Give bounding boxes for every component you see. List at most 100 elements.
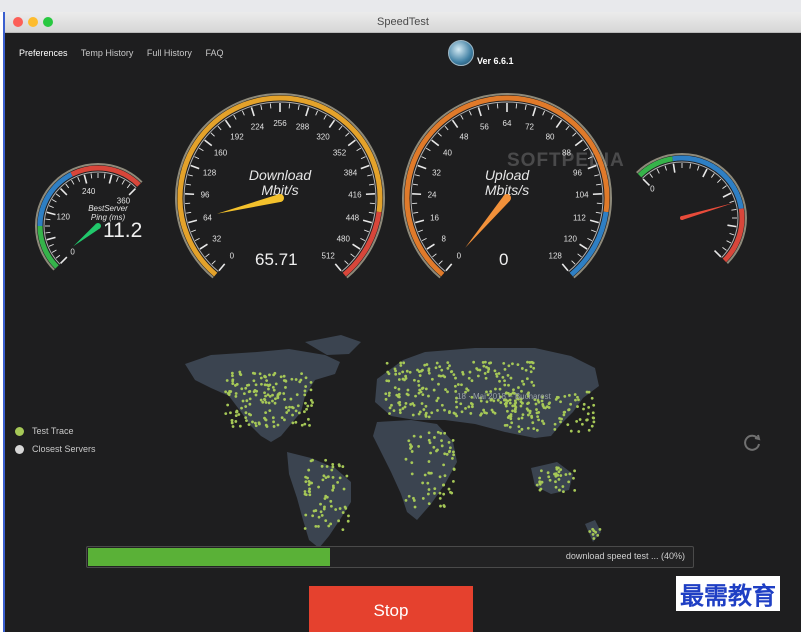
trace-dot	[308, 481, 312, 485]
legend-dot-icon	[15, 426, 24, 436]
trace-dot	[393, 386, 397, 389]
trace-dot	[326, 475, 330, 479]
trace-dot	[442, 492, 446, 496]
trace-dot	[561, 485, 565, 488]
trace-dot	[290, 405, 294, 409]
trace-dot	[498, 387, 502, 391]
trace-dot	[526, 360, 529, 364]
stop-button[interactable]: Stop	[309, 586, 473, 632]
trace-dot	[268, 395, 272, 398]
trace-dot	[294, 378, 298, 381]
legend-item-test-trace[interactable]: Test Trace	[15, 426, 96, 436]
trace-dot	[418, 410, 422, 414]
trace-dot	[394, 372, 398, 376]
trace-dot	[578, 418, 582, 421]
trace-dot	[448, 411, 451, 415]
trace-dot	[307, 468, 311, 472]
trace-dot	[563, 410, 567, 414]
trace-dot	[341, 528, 345, 532]
trace-dot	[385, 379, 389, 383]
trace-dot	[443, 375, 447, 379]
trace-dot	[410, 461, 414, 465]
trace-dot	[263, 391, 266, 395]
trace-dot	[452, 480, 455, 483]
trace-dot	[406, 393, 410, 397]
trace-dot	[553, 472, 556, 476]
trace-dot	[245, 419, 248, 423]
trace-dot	[228, 389, 231, 393]
trace-dot	[464, 407, 467, 410]
trace-dot	[235, 409, 239, 413]
trace-dot	[569, 429, 573, 433]
trace-dot	[528, 361, 532, 364]
trace-dot	[338, 476, 342, 480]
trace-dot	[321, 478, 325, 482]
trace-dot	[432, 445, 436, 449]
trace-dot	[303, 527, 307, 530]
trace-dot	[410, 472, 414, 476]
trace-dot	[587, 390, 591, 394]
trace-dot	[385, 361, 389, 365]
trace-dot	[285, 411, 289, 414]
trace-dot	[443, 452, 447, 456]
trace-dot	[306, 404, 310, 408]
trace-dot	[591, 411, 595, 415]
trace-dot	[403, 405, 407, 409]
trace-dot	[341, 465, 345, 468]
trace-dot	[558, 488, 561, 492]
trace-dot	[520, 367, 524, 370]
trace-dot	[309, 398, 313, 402]
trace-dot	[452, 411, 456, 415]
trace-dot	[230, 371, 234, 375]
trace-dot	[432, 388, 436, 392]
trace-dot	[447, 440, 451, 444]
trace-dot	[495, 372, 498, 376]
trace-dot	[525, 407, 529, 411]
trace-dot	[267, 384, 271, 388]
trace-dot	[563, 394, 567, 398]
trace-dot	[398, 411, 402, 415]
trace-dot	[226, 403, 230, 407]
trace-dot	[488, 361, 491, 365]
trace-dot	[468, 370, 472, 374]
trace-dot	[532, 384, 536, 387]
trace-dot	[294, 409, 298, 413]
trace-dot	[525, 377, 529, 381]
refresh-icon[interactable]	[742, 432, 762, 452]
trace-dot	[547, 475, 551, 479]
trace-dot	[388, 391, 391, 395]
trace-dot	[254, 424, 258, 428]
trace-dot	[413, 378, 416, 382]
trace-dot	[576, 405, 579, 408]
trace-dot	[314, 509, 318, 512]
trace-dot	[390, 403, 393, 407]
trace-dot	[538, 488, 542, 492]
progress-fill	[88, 548, 330, 566]
trace-dot	[590, 396, 594, 400]
trace-dot	[553, 427, 557, 431]
trace-dot	[416, 368, 419, 372]
trace-dot	[231, 425, 235, 428]
trace-dot	[399, 364, 403, 367]
trace-dot	[257, 421, 261, 425]
trace-dot	[506, 416, 510, 419]
trace-dot	[264, 394, 267, 398]
trace-dot	[594, 530, 598, 534]
trace-dot	[455, 405, 459, 409]
trace-dot	[284, 386, 287, 389]
trace-dot	[278, 391, 282, 395]
trace-dot	[495, 374, 499, 378]
trace-dot	[412, 434, 416, 438]
trace-dot	[384, 392, 388, 396]
trace-dot	[427, 431, 431, 435]
legend-item-closest-servers[interactable]: Closest Servers	[15, 444, 96, 454]
trace-dot	[410, 450, 414, 453]
trace-dot	[283, 398, 286, 401]
trace-dot	[592, 420, 596, 424]
trace-dot	[518, 430, 521, 433]
trace-dot	[449, 370, 453, 374]
trace-dot	[254, 393, 258, 397]
trace-dot	[439, 504, 442, 508]
trace-dot	[436, 409, 439, 412]
trace-dot	[282, 392, 286, 395]
